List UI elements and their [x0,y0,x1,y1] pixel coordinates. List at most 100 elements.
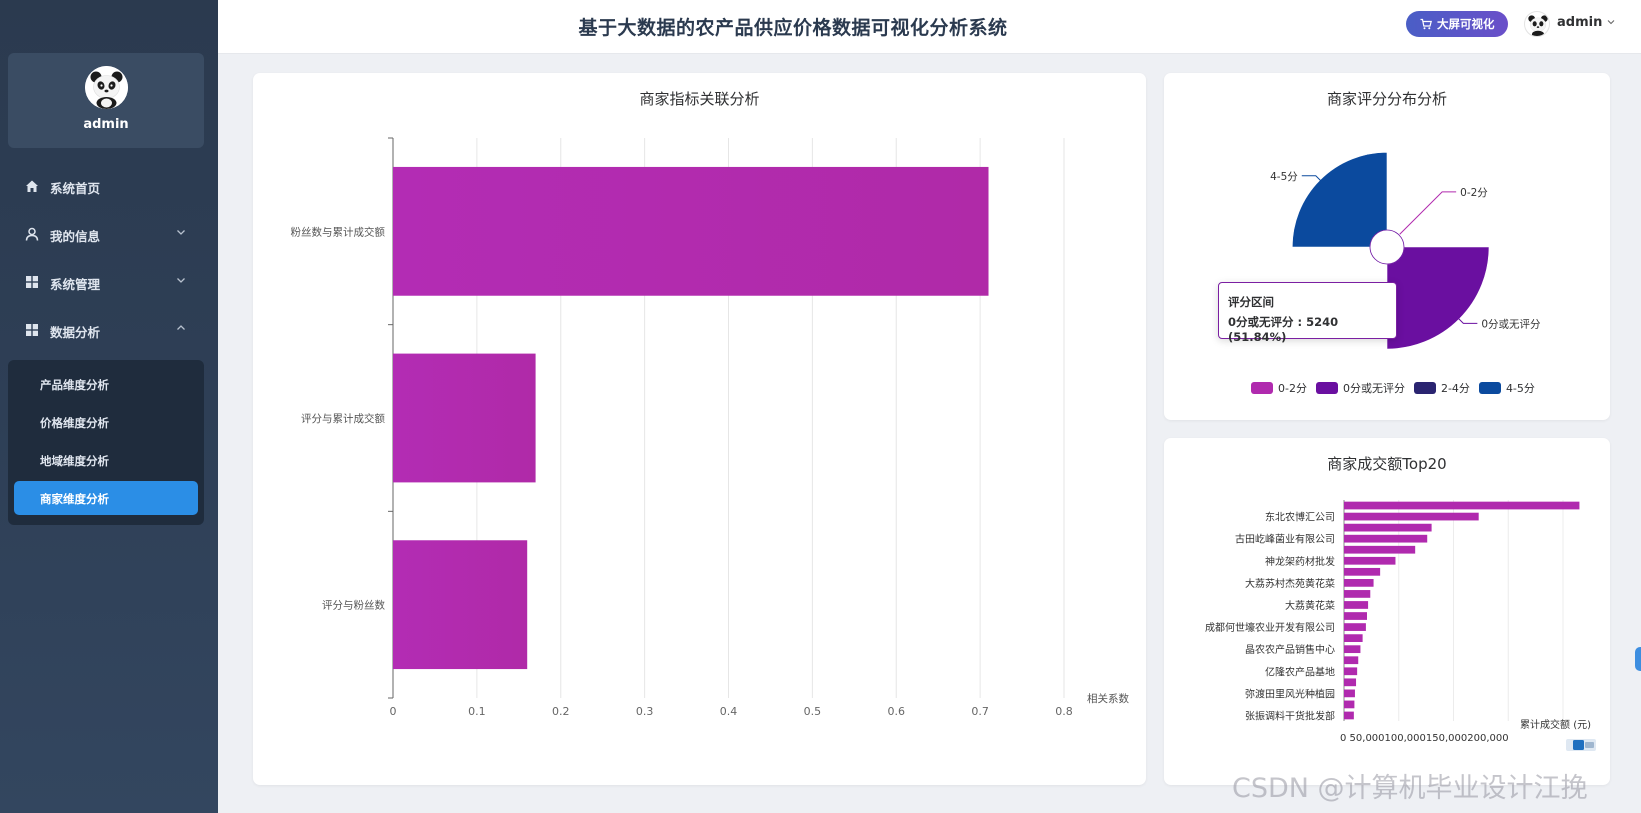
legend-label: 0分或无评分 [1342,382,1405,395]
sidebar-subitem-region-analysis[interactable]: 地域维度分析 [8,443,204,477]
x-tick-label: 0.5 [804,705,822,718]
rose-center [1369,229,1405,265]
bar [1344,567,1381,576]
sidebar-subitem-label: 产品维度分析 [40,378,109,392]
x-tick-label: 0.3 [636,705,654,718]
legend-swatch [1315,382,1338,394]
bar [1344,556,1396,565]
sidebar-subitem-product-analysis[interactable]: 产品维度分析 [8,367,204,401]
top-header: 基于大数据的农产品供应价格数据可视化分析系统 大屏可视化 admin [218,0,1641,54]
legend-item-4-5[interactable]: 4-5分 [1478,380,1535,396]
sidebar-subitem-merchant-analysis[interactable]: 商家维度分析 [14,481,198,515]
rating-distribution-card: 商家评分分布分析 0-2分 0分或无评分 4-5分 [1164,73,1610,420]
sidebar-item-label: 系统首页 [50,181,101,196]
bar [1344,612,1367,620]
bar [393,540,528,670]
y-category-label: 成都何世壕农业开发有限公司 [1205,621,1335,634]
grid-icon [26,324,38,336]
y-category-label: 神龙架药材批发 [1265,555,1335,568]
sidebar-item-label: 数据分析 [50,325,101,340]
legend-swatch [1413,382,1436,394]
bar [393,166,989,296]
x-axis-label: 累计成交额 (元) [1520,718,1591,731]
header-avatar[interactable] [1524,11,1550,37]
avatar[interactable] [85,66,128,109]
sidebar-item-home[interactable]: 系统首页 [0,166,218,206]
translate-toolbar-icon[interactable] [1565,737,1597,753]
legend-swatch [1251,382,1273,394]
y-category-label: 弥渡田里风光种植园 [1245,687,1335,700]
y-category-label: 张振调料干货批发部 [1245,709,1335,722]
bar [1344,711,1354,720]
panda-avatar-icon [85,66,128,109]
bar [1344,601,1369,609]
x-tick-label: 0.4 [720,705,738,718]
rating-rose-chart: 0-2分 0分或无评分 4-5分 [1270,151,1541,350]
sidebar-subitem-label: 商家维度分析 [40,492,109,506]
chevron-down-icon[interactable] [1606,17,1616,27]
x-tick-label: 0.7 [971,705,989,718]
side-float-tab[interactable] [1635,647,1641,671]
user-icon [25,227,39,241]
panda-avatar-icon [1528,15,1548,36]
correlation-bar-chart: 0 0.1 0.2 0.3 0.4 0.5 0.6 0.7 0.8 粉丝数与累计成交额评分与累计成… [291,137,1129,718]
chart-tooltip: 评分区间 0分或无评分 : 5240 (51.84%) [1218,282,1397,344]
tooltip-title: 评分区间 [1228,295,1274,309]
slice-label: 0-2分 [1460,187,1488,199]
bar [1344,634,1363,642]
sidebar-profile: admin [8,53,204,148]
bar [1344,545,1416,554]
legend-label: 2-4分 [1440,382,1470,395]
y-category-label: 大荔黄花菜 [1285,599,1335,612]
bar [1344,501,1580,510]
header-username[interactable]: admin [1557,15,1602,30]
profile-name: admin [83,117,129,132]
sidebar-item-label: 系统管理 [50,277,101,292]
legend-item-0-none[interactable]: 0分或无评分 [1315,380,1405,396]
sidebar-subitem-price-analysis[interactable]: 价格维度分析 [8,405,204,439]
legend-item-0-2[interactable]: 0-2分 [1251,380,1307,396]
x-tick-label: 0.2 [552,705,570,718]
sidebar-item-data-analysis[interactable]: 数据分析 [0,310,218,350]
bar [1344,667,1358,676]
y-category-label: 评分与累计成交额 [301,412,385,425]
legend-label: 0-2分 [1278,382,1307,395]
sidebar: admin 系统首页 我的信息 系统管理 数据分析 产品维度分析 价格维度分析 … [0,0,218,813]
bar [1344,645,1361,654]
bigscreen-button[interactable]: 大屏可视化 [1406,11,1508,37]
cart-icon [1420,18,1432,30]
merchant-top20-card: 商家成交额Top20 东北农博汇公司 古田屹峰菌业有限公司 神龙架药材批发 大荔苏村杰… [1164,438,1610,785]
x-tick-label: 0.1 [468,705,486,718]
x-tick-label: 0.8 [1055,705,1073,718]
legend-item-2-4[interactable]: 2-4分 [1413,380,1470,396]
bar [1344,689,1355,698]
bigscreen-button-label: 大屏可视化 [1437,17,1495,31]
y-category-label: 东北农博汇公司 [1265,511,1335,524]
slice-label: 0分或无评分 [1481,318,1541,330]
x-tick-label: 0 [390,705,397,718]
home-icon [26,180,38,192]
bar [1344,534,1428,543]
x-tick-label: 0.6 [888,705,906,718]
legend-swatch [1478,382,1501,394]
x-axis-label: 相关系数 [1087,692,1129,705]
bar [1344,579,1374,587]
sidebar-item-my-info[interactable]: 我的信息 [0,214,218,254]
y-category-label: 粉丝数与累计成交额 [291,225,386,238]
bar [1344,700,1355,709]
y-category-label: 亿隆农产品基地 [1265,665,1335,678]
y-category-label: 古田屹峰菌业有限公司 [1235,533,1335,546]
x-tick-labels: 0 50,000100,000150,000200,000 [1340,733,1509,744]
legend-label: 4-5分 [1505,382,1535,395]
bar [1344,678,1357,687]
chevron-down-icon [177,278,185,283]
chevron-up-icon [177,325,185,330]
data-analysis-submenu: 产品维度分析 价格维度分析 地域维度分析 商家维度分析 [8,360,204,525]
sidebar-item-system-management[interactable]: 系统管理 [0,262,218,302]
y-category-label: 晶农农产品销售中心 [1245,643,1335,656]
chevron-down-icon [177,230,185,235]
bar [1344,590,1371,598]
bar [1344,623,1366,631]
page-title: 基于大数据的农产品供应价格数据可视化分析系统 [578,17,1008,39]
sidebar-subitem-label: 地域维度分析 [40,454,109,468]
